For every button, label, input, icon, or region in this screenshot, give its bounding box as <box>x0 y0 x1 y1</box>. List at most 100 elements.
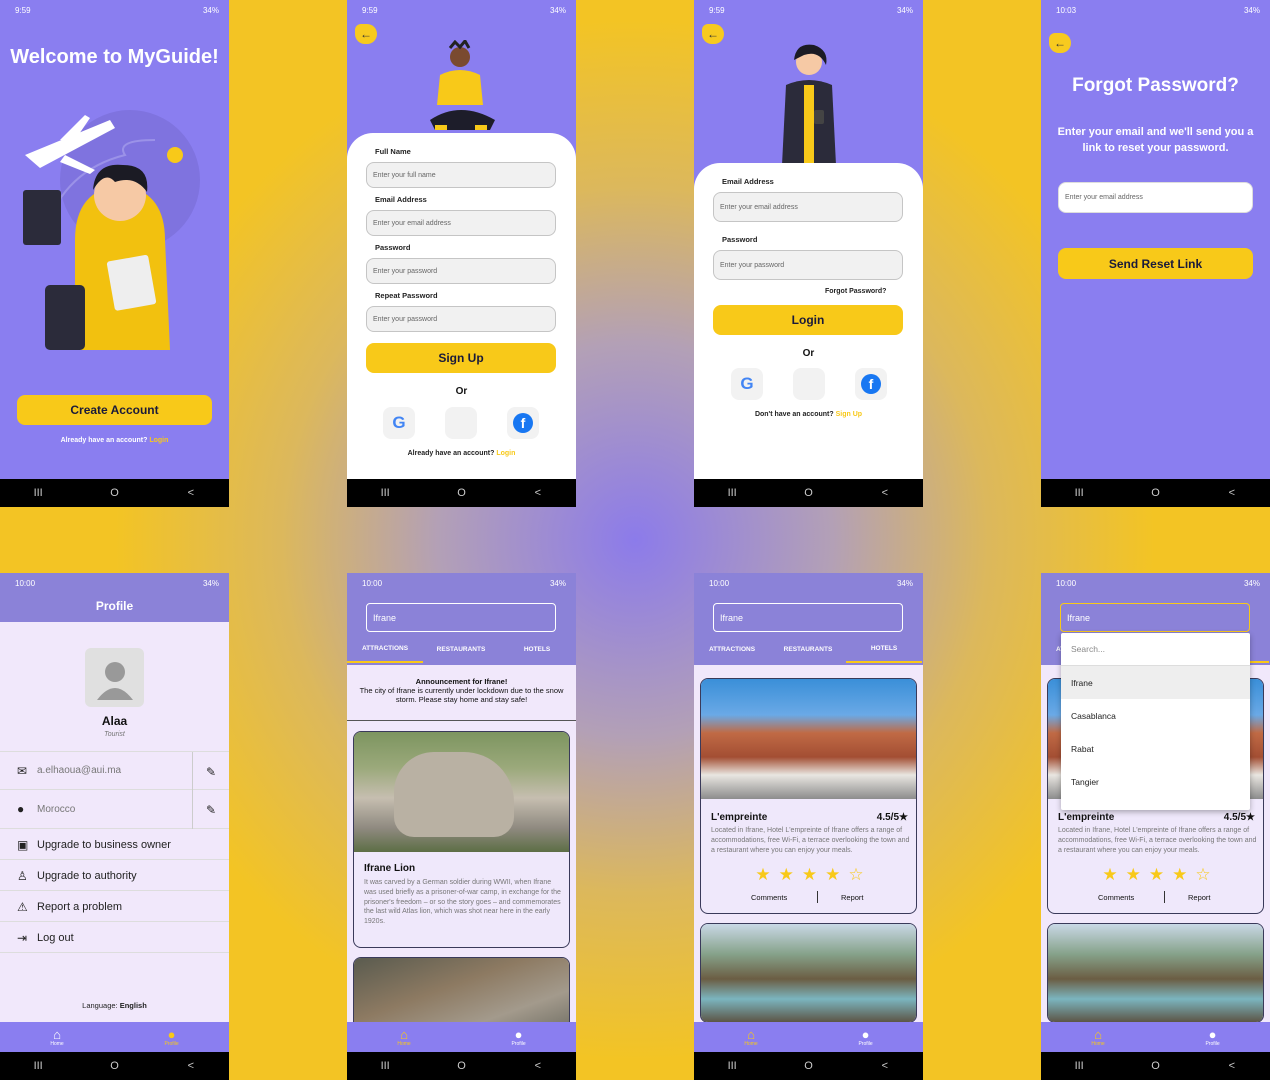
star-icon: ★ <box>1125 865 1141 884</box>
apple-icon[interactable] <box>793 368 825 400</box>
email-input[interactable]: Enter your email address <box>366 210 556 236</box>
profile-icon: ● <box>861 1026 870 1042</box>
upgrade-authority-item[interactable]: ♙ Upgrade to authority <box>0 861 229 891</box>
nav-profile[interactable]: ● Profile <box>511 1028 525 1047</box>
tab-attractions[interactable]: ATTRACTIONS <box>694 635 770 663</box>
dropdown-option[interactable]: Tangier <box>1061 765 1250 798</box>
rating-value: 4.5/5 <box>876 812 900 823</box>
recents-button[interactable]: III <box>1059 1060 1099 1072</box>
home-button[interactable]: O <box>788 487 828 499</box>
back-arrow-icon[interactable]: ← <box>702 24 724 44</box>
nav-home[interactable]: ⌂ Home <box>1091 1028 1104 1047</box>
hotel-card[interactable] <box>1047 923 1264 1023</box>
user-icon: ♙ <box>17 868 28 883</box>
comments-button[interactable]: Comments <box>1098 893 1134 902</box>
system-nav-bar: III O < <box>347 1052 576 1080</box>
back-nav-button[interactable]: < <box>1212 487 1252 499</box>
home-button[interactable]: O <box>788 1060 828 1072</box>
dropdown-search-input[interactable]: Search... <box>1061 633 1250 666</box>
login-link[interactable]: Login <box>149 437 168 444</box>
facebook-icon[interactable]: f <box>855 368 887 400</box>
recents-button[interactable]: III <box>712 1060 752 1072</box>
password-input[interactable]: Enter your password <box>713 250 903 280</box>
star-rating[interactable]: ★ ★ ★ ★ ☆ <box>1048 865 1263 885</box>
login-link[interactable]: Login <box>496 450 515 457</box>
tab-restaurants[interactable]: RESTAURANTS <box>770 635 846 663</box>
nav-home[interactable]: ⌂ Home <box>744 1028 757 1047</box>
city-select[interactable]: Ifrane <box>713 603 903 632</box>
full-name-input[interactable]: Enter your full name <box>366 162 556 188</box>
tab-hotels[interactable]: HOTELS <box>499 635 575 663</box>
back-nav-button[interactable]: < <box>865 487 905 499</box>
recents-button[interactable]: III <box>1059 487 1099 499</box>
back-arrow-icon[interactable]: ← <box>355 24 377 44</box>
home-button[interactable]: O <box>1135 1060 1175 1072</box>
login-screen: 9:59 34% ← Email Address Enter your email… <box>694 0 923 507</box>
home-button[interactable]: O <box>94 1060 134 1072</box>
apple-icon[interactable] <box>445 407 477 439</box>
bottom-nav: ⌂ Home ● Profile <box>0 1022 229 1052</box>
google-icon[interactable]: G <box>383 407 415 439</box>
tab-attractions[interactable]: ATTRACTIONS <box>347 635 423 663</box>
back-nav-button[interactable]: < <box>1212 1060 1252 1072</box>
create-account-button[interactable]: Create Account <box>17 395 212 425</box>
attraction-card[interactable]: Ifrane Lion It was carved by a German so… <box>353 731 570 948</box>
repeat-password-input[interactable]: Enter your password <box>366 306 556 332</box>
dropdown-option[interactable]: Rabat <box>1061 732 1250 765</box>
report-button[interactable]: Report <box>841 893 864 902</box>
back-nav-button[interactable]: < <box>171 487 211 499</box>
recents-button[interactable]: III <box>18 487 58 499</box>
nav-profile[interactable]: ● Profile <box>164 1028 178 1047</box>
edit-icon[interactable]: ✎ <box>192 790 229 829</box>
nav-home[interactable]: ⌂ Home <box>50 1028 63 1047</box>
home-button[interactable]: O <box>441 487 481 499</box>
logout-item[interactable]: ⇥ Log out <box>0 923 229 953</box>
avatar[interactable] <box>85 648 144 707</box>
tab-restaurants[interactable]: RESTAURANTS <box>423 635 499 663</box>
email-input[interactable]: Enter your email address <box>713 192 903 222</box>
back-nav-button[interactable]: < <box>518 487 558 499</box>
recents-button[interactable]: III <box>18 1060 58 1072</box>
back-arrow-icon[interactable]: ← <box>1049 33 1071 53</box>
password-input[interactable]: Enter your password <box>366 258 556 284</box>
upgrade-business-item[interactable]: ▣ Upgrade to business owner <box>0 830 229 860</box>
back-nav-button[interactable]: < <box>518 1060 558 1072</box>
city-select[interactable]: Ifrane <box>366 603 556 632</box>
back-nav-button[interactable]: < <box>865 1060 905 1072</box>
dropdown-option[interactable]: Ifrane <box>1061 666 1250 699</box>
announcement-text: The city of Ifrane is currently under lo… <box>359 686 564 704</box>
comments-button[interactable]: Comments <box>751 893 787 902</box>
home-button[interactable]: O <box>441 1060 481 1072</box>
recents-button[interactable]: III <box>712 487 752 499</box>
forgot-password-link[interactable]: Forgot Password? <box>825 288 886 295</box>
login-button[interactable]: Login <box>713 305 903 335</box>
signup-button[interactable]: Sign Up <box>366 343 556 373</box>
edit-icon[interactable]: ✎ <box>192 752 229 791</box>
signup-link[interactable]: Sign Up <box>836 411 862 418</box>
home-button[interactable]: O <box>1135 487 1175 499</box>
report-button[interactable]: Report <box>1188 893 1211 902</box>
nav-home[interactable]: ⌂ Home <box>397 1028 410 1047</box>
nav-profile[interactable]: ● Profile <box>858 1028 872 1047</box>
facebook-icon[interactable]: f <box>507 407 539 439</box>
hotel-card[interactable] <box>700 923 917 1023</box>
google-icon[interactable]: G <box>731 368 763 400</box>
home-button[interactable]: O <box>94 487 134 499</box>
recents-button[interactable]: III <box>365 487 405 499</box>
back-nav-button[interactable]: < <box>171 1060 211 1072</box>
report-problem-item[interactable]: ⚠ Report a problem <box>0 892 229 922</box>
hotels-screen: 10:00 34% Ifrane ATTRACTIONS RESTAURANTS … <box>694 573 923 1080</box>
language-setting[interactable]: Language: English <box>0 1001 229 1010</box>
star-rating[interactable]: ★ ★ ★ ★ ☆ <box>701 865 916 885</box>
dropdown-option[interactable]: Casablanca <box>1061 699 1250 732</box>
nav-profile[interactable]: ● Profile <box>1205 1028 1219 1047</box>
user-avatar-icon <box>96 661 133 700</box>
recents-button[interactable]: III <box>365 1060 405 1072</box>
hotel-card[interactable]: L'empreinte 4.5/5★ Located in Ifrane, Ho… <box>700 678 917 914</box>
city-select[interactable]: Ifrane <box>1060 603 1250 632</box>
tab-hotels[interactable]: HOTELS <box>846 635 922 663</box>
status-battery: 34% <box>202 5 219 15</box>
nav-profile-label: Profile <box>511 1040 526 1047</box>
send-reset-link-button[interactable]: Send Reset Link <box>1058 248 1253 279</box>
reset-email-input[interactable]: Enter your email address <box>1058 182 1253 213</box>
